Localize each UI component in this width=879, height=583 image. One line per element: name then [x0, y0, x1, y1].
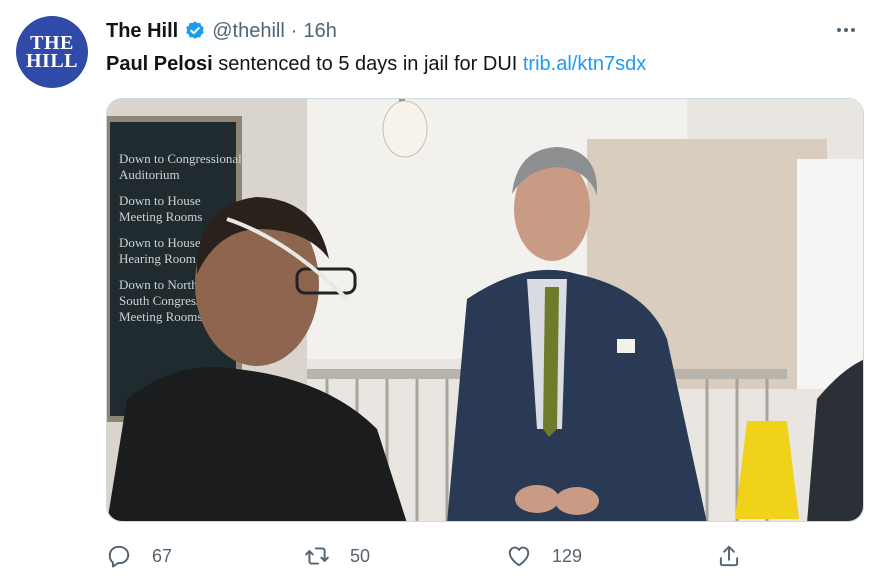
like-button[interactable]: 129 — [506, 543, 582, 569]
more-dot-icon — [844, 28, 848, 32]
separator-dot: · — [290, 19, 298, 42]
sign-line: Meeting Rooms — [119, 209, 202, 224]
tweet-body: sentenced to 5 days in jail for DUI — [212, 53, 523, 75]
verified-badge-icon — [186, 21, 204, 39]
reply-icon — [108, 545, 130, 568]
retweet-count: 50 — [350, 545, 371, 566]
photo-illustration: Down to Congressional Auditorium Down to… — [107, 99, 863, 521]
sign-line: Meeting Rooms — [119, 309, 202, 324]
tweet-header: The Hill @thehill · 16h — [106, 16, 337, 46]
more-options-button[interactable] — [831, 18, 861, 42]
more-dot-icon — [837, 28, 841, 32]
heart-icon — [508, 546, 530, 567]
reply-count: 67 — [152, 545, 173, 566]
tweet-photo[interactable]: Down to Congressional Auditorium Down to… — [106, 98, 864, 522]
tweet-time[interactable]: 16h — [303, 20, 336, 43]
sign-line: Down to North a — [119, 277, 207, 292]
tweet-bold-name: Paul Pelosi — [106, 53, 213, 75]
tweet-link[interactable]: trib.al/ktn7sdx — [523, 53, 646, 75]
more-dot-icon — [851, 28, 855, 32]
sign-line: Down to House — [119, 193, 201, 208]
like-count: 129 — [552, 545, 583, 566]
retweet-button[interactable]: 50 — [304, 543, 370, 569]
tweet-actions: 67 50 129 — [106, 538, 756, 574]
share-icon — [719, 545, 739, 567]
tweet-text: Paul Pelosi sentenced to 5 days in jail … — [106, 50, 646, 78]
sign-line: Down to House — [119, 235, 201, 250]
sign-line: Down to Congressional — [119, 151, 242, 166]
avatar-text-line2: HILL — [25, 50, 79, 72]
author-name[interactable]: The Hill — [106, 20, 178, 43]
reply-button[interactable]: 67 — [106, 543, 172, 569]
retweet-icon — [305, 547, 329, 565]
author-handle[interactable]: @thehill — [212, 20, 285, 43]
share-button[interactable] — [716, 543, 742, 569]
sign-line: Hearing Room — [119, 251, 196, 266]
avatar[interactable]: THE HILL — [16, 16, 88, 88]
sign-line: Auditorium — [119, 167, 180, 182]
